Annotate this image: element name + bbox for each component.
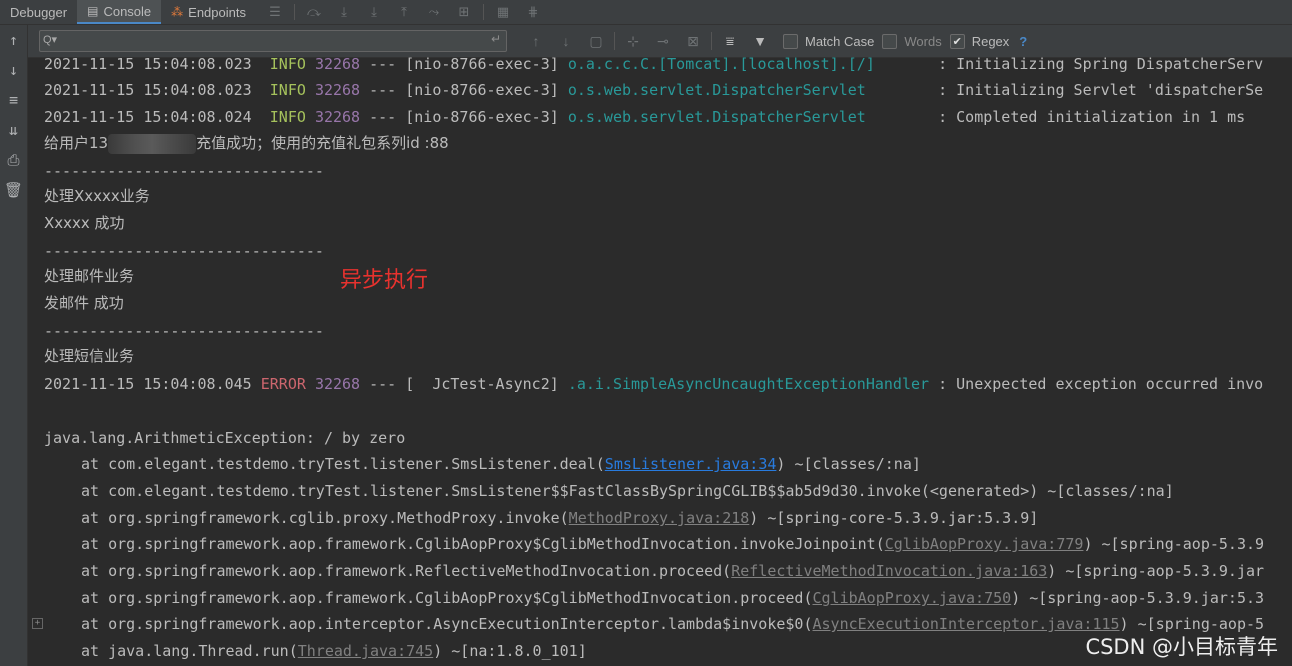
search-icon[interactable]: Q▾ — [43, 33, 57, 46]
stack-frame: at org.springframework.aop.framework.Ref… — [81, 562, 1265, 580]
evaluate-icon[interactable]: ⊞ — [449, 4, 479, 20]
menu-icon[interactable]: ☰ — [260, 4, 290, 20]
source-link[interactable]: CglibAopProxy.java:779 — [885, 535, 1084, 553]
log-line: 2021-11-15 15:04:08.023 INFO 32268 --- [… — [44, 57, 1264, 73]
filter-icon[interactable]: ▼ — [745, 33, 775, 49]
stack-frame: at java.lang.Thread.run(Thread.java:745)… — [81, 642, 587, 660]
source-link[interactable]: SmsListener.java:34 — [605, 455, 777, 473]
biz-result: Xxxxx 成功 — [44, 214, 125, 232]
arrow-up-icon[interactable]: ↑ — [0, 25, 27, 55]
multi-line-icon[interactable]: ⩸ — [715, 33, 745, 50]
previous-occurrence-icon[interactable]: ↑ — [521, 33, 551, 49]
add-selection-icon[interactable]: ⊹ — [618, 33, 648, 50]
search-input[interactable] — [64, 32, 488, 50]
stack-frame: at org.springframework.aop.framework.Cgl… — [81, 589, 1265, 607]
source-link[interactable]: MethodProxy.java:218 — [569, 509, 750, 527]
csdn-watermark: CSDN @小目标青年 — [1085, 635, 1278, 659]
recharge-line: 给用户13 充值成功；使用的充值礼包系列id :88 — [44, 133, 449, 154]
words-checkbox[interactable] — [882, 33, 898, 49]
step-into-icon[interactable]: ⤓ — [329, 4, 359, 20]
option-label: Words — [904, 33, 942, 49]
stack-frame: at org.springframework.cglib.proxy.Metho… — [81, 509, 1039, 527]
biz-title: 处理邮件业务 — [44, 267, 135, 285]
divider-line: ------------------------------- — [44, 322, 324, 340]
endpoints-icon: ⁂ — [171, 5, 184, 19]
words-option[interactable]: Words — [882, 33, 942, 49]
divider-line: ------------------------------- — [44, 242, 324, 260]
print-icon[interactable]: ⎙ — [0, 145, 27, 175]
next-occurrence-icon[interactable]: ↓ — [551, 33, 581, 49]
stack-frame: at com.elegant.testdemo.tryTest.listener… — [81, 482, 1174, 500]
source-link[interactable]: Thread.java:745 — [298, 642, 433, 660]
search-box: Q▾ ↵ — [39, 30, 507, 52]
source-link[interactable]: CglibAopProxy.java:750 — [813, 589, 1012, 607]
stack-frame: at com.elegant.testdemo.tryTest.listener… — [81, 455, 921, 473]
error-log-line: 2021-11-15 15:04:08.045 ERROR 32268 --- … — [44, 375, 1264, 393]
select-all-occurrences-icon[interactable]: ▢ — [581, 33, 611, 50]
option-label: Match Case — [805, 33, 875, 49]
remove-selection-icon[interactable]: ⊸ — [648, 33, 678, 50]
arrow-down-icon[interactable]: ↓ — [0, 55, 27, 85]
log-line: 2021-11-15 15:04:08.023 INFO 32268 --- [… — [44, 81, 1264, 99]
step-out-icon[interactable]: ⤒ — [389, 4, 419, 20]
tab-label: Debugger — [10, 4, 68, 20]
exception-line: java.lang.ArithmeticException: / by zero — [44, 429, 406, 447]
threads-icon[interactable]: ⋕ — [518, 4, 548, 20]
step-over-icon[interactable]: ⤼ — [299, 4, 329, 20]
console-icon: ▤ — [87, 4, 99, 18]
run-to-cursor-icon[interactable]: ⤳ — [419, 4, 449, 20]
table-icon[interactable]: ▦ — [488, 4, 518, 20]
fold-expand-icon[interactable]: + — [32, 618, 43, 629]
find-bar: Q▾ ↵ ↑ ↓ ▢ ⊹ ⊸ ⊠ ⩸ ▼ Match Case Words ✔ … — [28, 25, 1292, 58]
tab-endpoints[interactable]: ⁂ Endpoints — [161, 0, 256, 24]
match-case-checkbox[interactable] — [783, 33, 798, 49]
tab-label: Endpoints — [188, 4, 246, 20]
async-annotation: 异步执行 — [340, 268, 429, 293]
tool-window-tabbar: Debugger ▤ Console ⁂ Endpoints ☰ ⤼ ⤓ ⤓ ⤒… — [0, 0, 1292, 25]
tab-console[interactable]: ▤ Console — [77, 0, 162, 24]
scroll-to-end-icon[interactable]: ⇊ — [0, 115, 27, 145]
biz-result: 发邮件 成功 — [44, 294, 124, 312]
debug-toolbar: ☰ ⤼ ⤓ ⤓ ⤒ ⤳ ⊞ ▦ ⋕ — [260, 4, 548, 20]
divider-line: ------------------------------- — [44, 162, 324, 180]
find-tools: ↑ ↓ ▢ ⊹ ⊸ ⊠ ⩸ ▼ — [521, 32, 775, 50]
match-case-option[interactable]: Match Case — [783, 33, 875, 49]
option-label: Regex — [971, 33, 1010, 49]
trash-icon[interactable]: 🗑 — [0, 175, 27, 205]
console-left-toolbar: ↑ ↓ ≡ ⇊ ⎙ 🗑 — [0, 25, 28, 666]
help-icon[interactable]: ? — [1019, 34, 1027, 49]
biz-title: 处理短信业务 — [44, 347, 135, 365]
biz-title: 处理Xxxxx业务 — [44, 187, 150, 205]
regex-checkbox[interactable]: ✔ — [949, 33, 965, 49]
exclude-selection-icon[interactable]: ⊠ — [678, 33, 708, 50]
new-line-icon[interactable]: ↵ — [491, 32, 501, 46]
log-line: 2021-11-15 15:04:08.024 INFO 32268 --- [… — [44, 108, 1246, 126]
redacted-phone — [108, 133, 197, 154]
tab-label: Console — [103, 3, 152, 19]
console-output[interactable]: 2021-11-15 15:04:08.023 INFO 32268 --- [… — [28, 57, 1292, 666]
source-link[interactable]: AsyncExecutionInterceptor.java:115 — [813, 615, 1120, 633]
regex-option[interactable]: ✔ Regex — [949, 33, 1010, 49]
stack-frame: at org.springframework.aop.framework.Cgl… — [81, 535, 1265, 553]
soft-wrap-icon[interactable]: ≡ — [0, 85, 27, 115]
force-step-into-icon[interactable]: ⤓ — [359, 4, 389, 20]
tab-debugger[interactable]: Debugger — [0, 0, 77, 24]
source-link[interactable]: ReflectiveMethodInvocation.java:163 — [731, 562, 1047, 580]
